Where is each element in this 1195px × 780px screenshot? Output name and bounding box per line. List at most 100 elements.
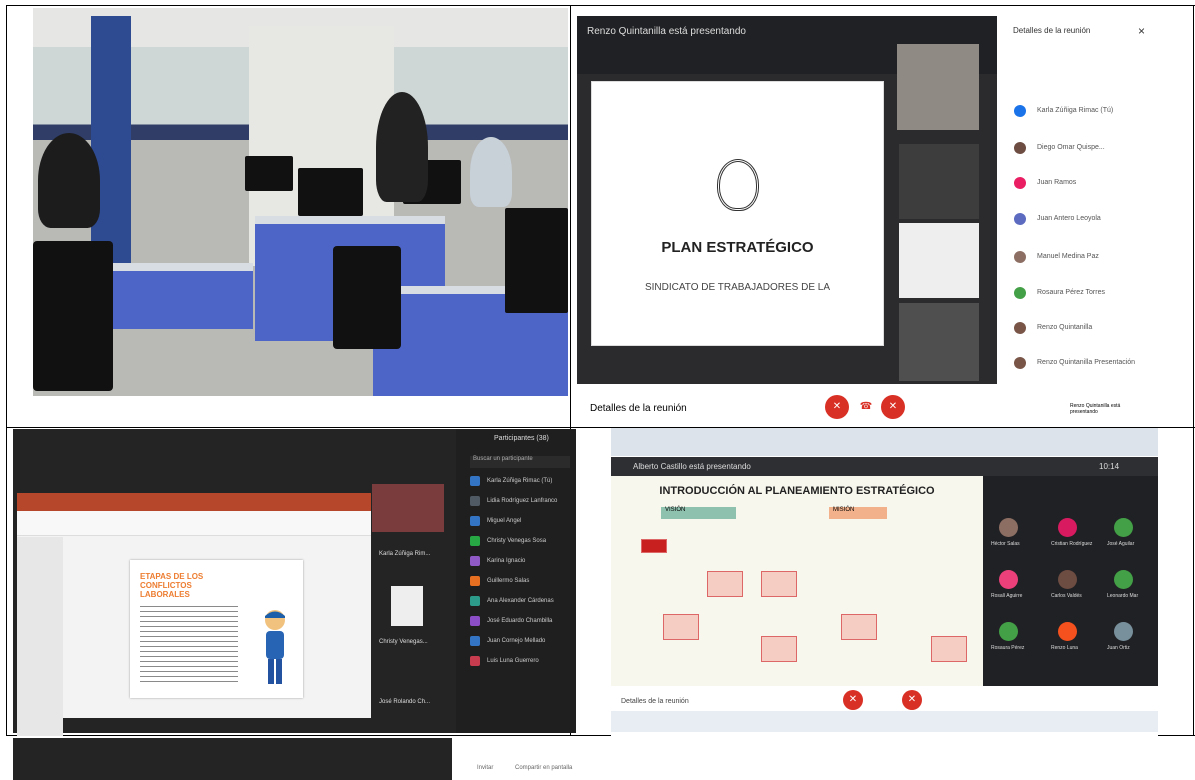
- participant-avatar: [999, 570, 1018, 589]
- vision-label: VISIÓN: [661, 507, 736, 519]
- browser-mic-button[interactable]: ✕: [843, 690, 863, 710]
- slide-title: PLAN ESTRATÉGICO: [661, 239, 814, 256]
- gallery-name: Cristian Rodríguez: [1051, 541, 1093, 547]
- participant-name: Karla Zúñiga Rimac (Tú): [487, 478, 553, 484]
- participant-row[interactable]: Guillermo Salas: [470, 576, 570, 588]
- speaker-video: [897, 44, 979, 130]
- details-title: Detalles de la reunión: [1013, 26, 1091, 35]
- blue-column: [91, 16, 131, 276]
- participant-gallery: Héctor Salas Cristian Rodríguez José Agu…: [983, 476, 1158, 686]
- participant-row[interactable]: Miguel Angel: [470, 516, 570, 528]
- participant-avatar: [470, 596, 480, 606]
- participant-avatar: [470, 576, 480, 586]
- meeting-details-link[interactable]: Detalles de la reunión: [590, 403, 687, 414]
- close-icon[interactable]: ×: [1138, 24, 1145, 38]
- strategy-slide-title: INTRODUCCIÓN AL PLANEAMIENTO ESTRATÉGICO: [659, 485, 935, 497]
- concept-box: [841, 614, 877, 640]
- participant-row[interactable]: José Eduardo Chambilla: [470, 616, 570, 628]
- participant-name: Manuel Medina Paz: [1037, 253, 1099, 260]
- participant-name: Juan Antero Leoyola: [1037, 215, 1101, 222]
- concept-box: [641, 539, 667, 553]
- union-crest-icon: [717, 159, 759, 211]
- participant-avatar: [1014, 105, 1026, 117]
- participant-search-input[interactable]: Buscar un participante: [470, 456, 570, 468]
- shared-slide-viewer: PLAN ESTRATÉGICO SINDICATO DE TRABAJADOR…: [591, 81, 884, 346]
- outer-border-left: [6, 5, 7, 736]
- person-standing: [376, 92, 428, 202]
- christy-video-tile: [391, 586, 423, 626]
- camera-off-button[interactable]: ✕: [881, 395, 905, 419]
- participant-row[interactable]: Juan Cornejo Mellado: [470, 636, 570, 648]
- participant-avatar: [1058, 570, 1077, 589]
- participant-avatar: [1014, 213, 1026, 225]
- worker-illustration-icon: [265, 610, 285, 684]
- chair: [33, 241, 113, 391]
- participant-name: Lidia Rodríguez Lanfranco: [487, 498, 558, 504]
- concept-box: [761, 636, 797, 662]
- participant-name: Renzo Quintanilla: [1037, 324, 1093, 331]
- computer-monitor: [245, 156, 293, 191]
- chair: [333, 246, 401, 349]
- participant-avatar: [1014, 322, 1026, 334]
- participant-name: Miguel Angel: [487, 518, 522, 524]
- slide-thumbnails: [17, 537, 63, 736]
- concept-box: [663, 614, 699, 640]
- participant-name: Christy Venegas Sosa: [487, 538, 547, 544]
- participant-avatar: [470, 536, 480, 546]
- google-meet-window: Renzo Quintanilla está presentando PLAN …: [577, 16, 997, 384]
- participant-video: [899, 144, 979, 219]
- participant-avatar: [1114, 518, 1133, 537]
- participant-row[interactable]: Karla Zúñiga Rimac (Tú): [470, 476, 570, 488]
- participant-avatar: [470, 516, 480, 526]
- participant-video: [899, 303, 979, 381]
- windows-taskbar: [611, 711, 1158, 732]
- person-seated-right: [470, 137, 512, 207]
- participant-row[interactable]: Luis Luna Guerrero: [470, 656, 570, 668]
- video-name: José Rolando Ch...: [379, 699, 431, 705]
- browser-meeting-details-link[interactable]: Detalles de la reunión: [621, 698, 689, 705]
- participant-avatar: [1114, 622, 1133, 641]
- participant-row[interactable]: Karina Ignacio: [470, 556, 570, 568]
- gallery-name: José Aguilar: [1107, 541, 1135, 547]
- gallery-name: Rosaura Pérez: [991, 645, 1025, 651]
- participant-row[interactable]: Ana Alexander Cárdenas: [470, 596, 570, 608]
- participant-name: Karina Ignacio: [487, 558, 526, 564]
- chrome-meet-window: Alberto Castillo está presentando 10:14 I…: [611, 428, 1158, 737]
- zoom-footer-bar: [13, 738, 452, 780]
- participant-name: Diego Omar Quispe...: [1037, 144, 1105, 151]
- concept-box: [707, 571, 743, 597]
- participant-avatar: [470, 476, 480, 486]
- participant-avatar: [470, 616, 480, 626]
- classroom-photo: [33, 8, 568, 396]
- computer-monitor: [298, 168, 363, 216]
- powerpoint-screen-share: Etapas de los conflictos laborales: [17, 493, 371, 736]
- participant-avatar: [470, 496, 480, 506]
- participant-avatar: [999, 622, 1018, 641]
- slide-body-text: [140, 602, 238, 684]
- participant-avatar: [1058, 622, 1077, 641]
- gallery-name: Héctor Salas: [991, 541, 1020, 547]
- gallery-name: Renzo Luna: [1051, 645, 1078, 651]
- participant-name: Rosaura Pérez Torres: [1037, 289, 1105, 296]
- participant-avatar: [470, 656, 480, 666]
- mission-label: MISIÓN: [829, 507, 887, 519]
- participant-avatar: [1014, 177, 1026, 189]
- zoom-participants-panel: Participantes (38) Buscar un participant…: [456, 429, 576, 733]
- microphone-off-button[interactable]: ✕: [825, 395, 849, 419]
- browser-camera-button[interactable]: ✕: [902, 690, 922, 710]
- outer-border-top: [6, 5, 1195, 6]
- share-screen-link[interactable]: Compartir en pantalla: [515, 765, 572, 771]
- invite-link[interactable]: Invitar: [477, 765, 493, 771]
- participants-title: Participantes (38): [494, 435, 549, 442]
- conflict-slide-title: Etapas de los conflictos laborales: [140, 572, 204, 599]
- participant-row[interactable]: Lidia Rodríguez Lanfranco: [470, 496, 570, 508]
- participant-name: Karla Zúñiga Rimac (Tú): [1037, 107, 1114, 114]
- gallery-name: Juan Ortiz: [1107, 645, 1130, 651]
- powerpoint-ribbon: [17, 511, 371, 536]
- slide-subtitle: SINDICATO DE TRABAJADORES DE LA: [644, 282, 831, 293]
- concept-box: [931, 636, 967, 662]
- end-call-button[interactable]: ☎: [854, 395, 878, 419]
- participant-name: José Eduardo Chambilla: [487, 618, 553, 624]
- participant-row[interactable]: Christy Venegas Sosa: [470, 536, 570, 548]
- participant-video: [899, 223, 979, 298]
